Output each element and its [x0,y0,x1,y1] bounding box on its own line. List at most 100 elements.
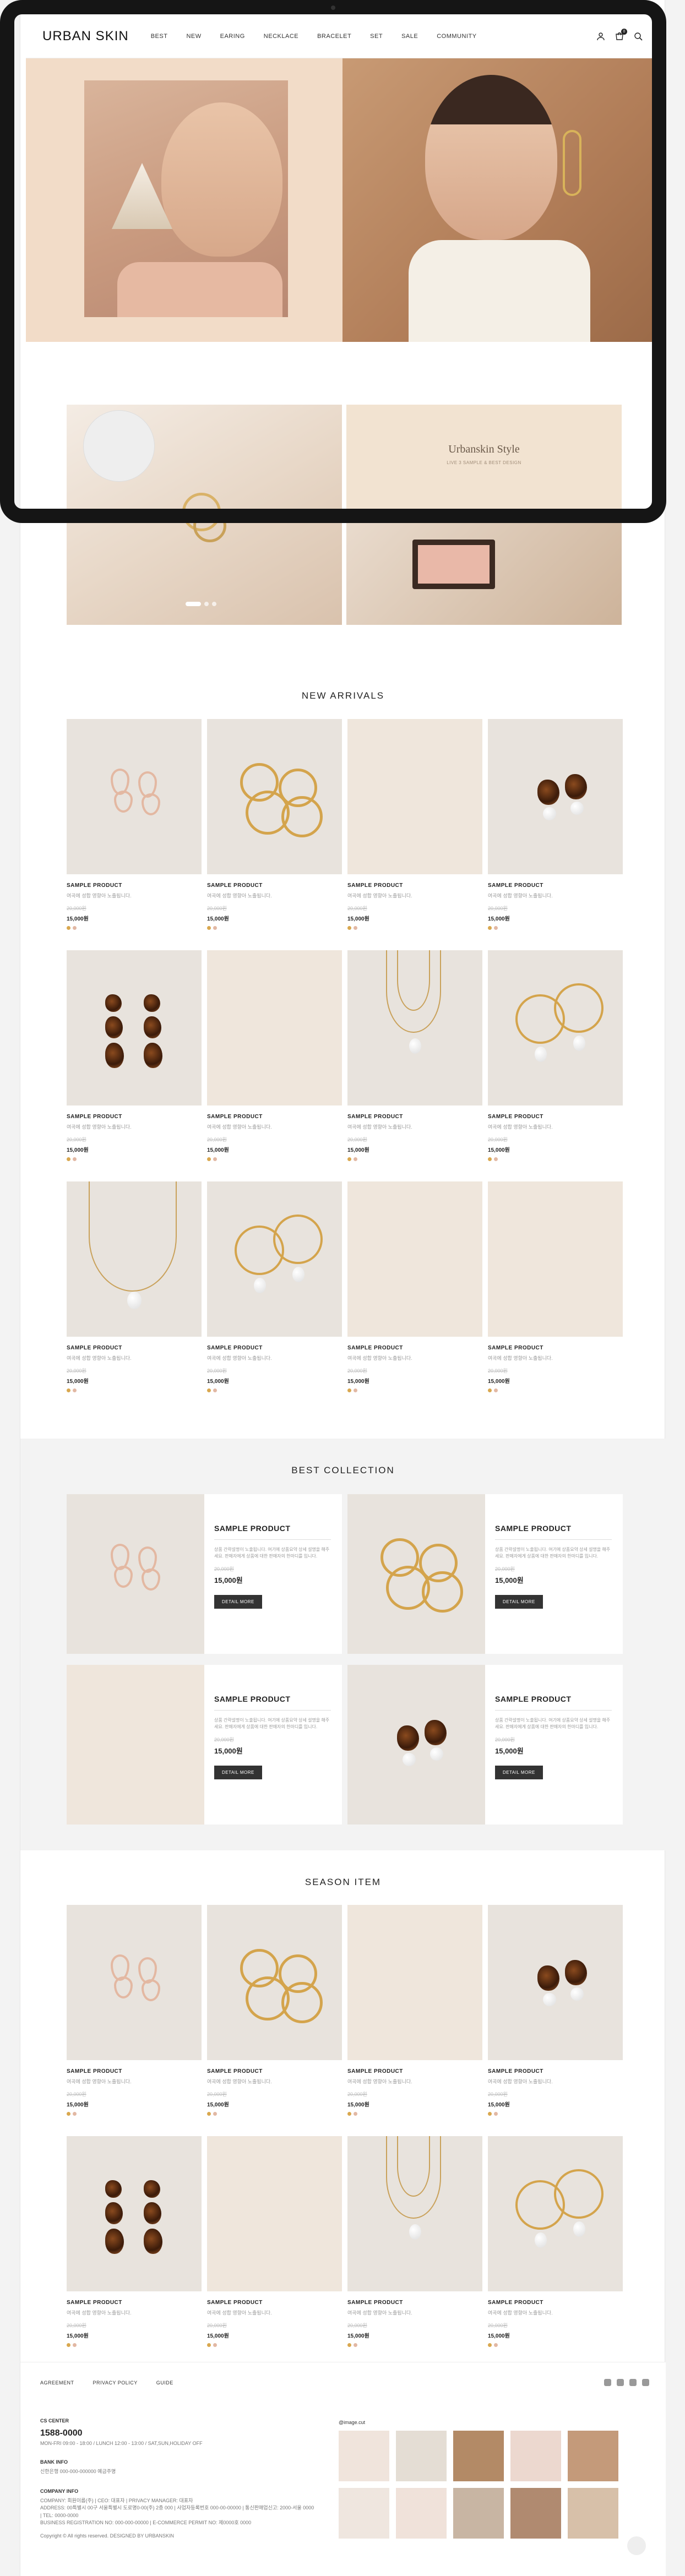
product-name[interactable]: SAMPLE PRODUCT [67,2300,202,2306]
youtube-icon[interactable] [629,2379,637,2386]
color-swatch[interactable] [347,1157,351,1161]
instagram-thumb[interactable] [453,2431,504,2481]
product-name[interactable]: SAMPLE PRODUCT [347,883,482,889]
best-product-name[interactable]: SAMPLE PRODUCT [214,1695,331,1711]
instagram-thumb[interactable] [339,2431,389,2481]
best-product-name[interactable]: SAMPLE PRODUCT [214,1524,331,1540]
nav-item-community[interactable]: COMMUNITY [437,33,476,40]
product-name[interactable]: SAMPLE PRODUCT [67,2068,202,2074]
product-card[interactable]: SAMPLE PRODUCT 여곡에 성합 영향아 노출됩니다. 20,000원 15… [67,1905,202,2136]
instagram-thumb[interactable] [396,2431,447,2481]
instagram-thumb[interactable] [568,2488,618,2539]
best-product-card[interactable]: SAMPLE PRODUCT 상품 간략설명이 노출됩니다. 여기에 상품요약 상… [347,1494,623,1654]
color-swatch[interactable] [67,926,70,930]
promo-banner-right[interactable]: Urbanskin Style LIVE 3 SAMPLE & BEST DES… [346,405,622,625]
instagram-icon[interactable] [617,2379,624,2386]
color-swatch[interactable] [354,1388,357,1392]
product-image[interactable] [488,950,623,1105]
product-card[interactable]: SAMPLE PRODUCT 여곡에 성합 영향아 노출됩니다. 20,000원 15… [67,719,202,950]
product-image[interactable] [67,950,202,1105]
site-logo[interactable]: URBAN SKIN [42,29,129,44]
product-image[interactable] [347,719,482,874]
detail-more-button[interactable]: DETAIL MORE [214,1595,262,1609]
color-swatch[interactable] [488,2112,492,2116]
product-name[interactable]: SAMPLE PRODUCT [67,1345,202,1351]
product-image[interactable] [207,950,342,1105]
color-swatch[interactable] [67,2112,70,2116]
product-name[interactable]: SAMPLE PRODUCT [347,1114,482,1120]
color-swatch[interactable] [73,2112,77,2116]
product-card[interactable]: SAMPLE PRODUCT 여곡에 성합 영향아 노출됩니다. 20,000원 15… [488,719,623,950]
product-card[interactable]: SAMPLE PRODUCT 여곡에 성합 영향아 노출됩니다. 20,000원 15… [67,950,202,1181]
nav-item-new[interactable]: NEW [186,33,201,40]
best-product-card[interactable]: SAMPLE PRODUCT 상품 간략설명이 노출됩니다. 여기에 상품요약 상… [347,1665,623,1825]
best-product-image[interactable] [347,1665,485,1825]
color-swatch[interactable] [354,2112,357,2116]
product-image[interactable] [67,719,202,874]
color-swatch[interactable] [67,2343,70,2347]
instagram-thumb[interactable] [453,2488,504,2539]
product-image[interactable] [488,2136,623,2291]
blog-icon[interactable] [642,2379,649,2386]
product-image[interactable] [67,1181,202,1337]
best-product-image[interactable] [67,1665,204,1825]
color-swatch[interactable] [73,2343,77,2347]
product-name[interactable]: SAMPLE PRODUCT [347,1345,482,1351]
color-swatch[interactable] [347,2112,351,2116]
product-name[interactable]: SAMPLE PRODUCT [207,2300,342,2306]
promo-banner-left[interactable] [67,405,342,625]
color-swatch[interactable] [207,1388,211,1392]
product-image[interactable] [207,719,342,874]
hero-banner[interactable] [26,58,659,342]
product-name[interactable]: SAMPLE PRODUCT [207,1114,342,1120]
product-name[interactable]: SAMPLE PRODUCT [488,1114,623,1120]
product-card[interactable]: SAMPLE PRODUCT 여곡에 성합 영향아 노출됩니다. 20,000원 15… [488,950,623,1181]
product-name[interactable]: SAMPLE PRODUCT [67,1114,202,1120]
color-swatch[interactable] [347,926,351,930]
color-swatch[interactable] [73,1157,77,1161]
instagram-thumb[interactable] [339,2488,389,2539]
color-swatch[interactable] [73,1388,77,1392]
color-swatch[interactable] [488,926,492,930]
cart-icon[interactable]: 0 [615,28,627,41]
product-card[interactable]: SAMPLE PRODUCT 여곡에 성합 영향아 노출됩니다. 20,000원 15… [207,1181,342,1413]
instagram-thumb[interactable] [510,2431,561,2481]
product-name[interactable]: SAMPLE PRODUCT [488,1345,623,1351]
product-image[interactable] [67,2136,202,2291]
color-swatch[interactable] [73,926,77,930]
color-swatch[interactable] [213,1157,217,1161]
product-image[interactable] [207,1905,342,2060]
slider-dot[interactable] [212,602,216,606]
product-image[interactable] [347,1181,482,1337]
slider-dot[interactable] [204,602,209,606]
facebook-icon[interactable] [604,2379,611,2386]
color-swatch[interactable] [354,2343,357,2347]
product-image[interactable] [488,719,623,874]
product-name[interactable]: SAMPLE PRODUCT [207,1345,342,1351]
footer-link-agreement[interactable]: AGREEMENT [40,2380,74,2386]
detail-more-button[interactable]: DETAIL MORE [495,1595,543,1609]
search-icon[interactable] [634,32,643,41]
color-swatch[interactable] [207,2112,211,2116]
best-product-name[interactable]: SAMPLE PRODUCT [495,1695,612,1711]
product-card[interactable]: SAMPLE PRODUCT 여곡에 성합 영향아 노출됩니다. 20,000원 15… [347,719,482,950]
color-swatch[interactable] [494,1388,498,1392]
best-product-name[interactable]: SAMPLE PRODUCT [495,1524,612,1540]
color-swatch[interactable] [488,2343,492,2347]
product-name[interactable]: SAMPLE PRODUCT [207,883,342,889]
best-product-image[interactable] [67,1494,204,1654]
product-image[interactable] [347,1905,482,2060]
color-swatch[interactable] [354,926,357,930]
color-swatch[interactable] [213,1388,217,1392]
product-card[interactable]: SAMPLE PRODUCT 여곡에 성합 영향아 노출됩니다. 20,000원 15… [488,1181,623,1413]
color-swatch[interactable] [213,2343,217,2347]
color-swatch[interactable] [207,926,211,930]
nav-item-bracelet[interactable]: BRACELET [317,33,351,40]
product-card[interactable]: SAMPLE PRODUCT 여곡에 성합 영향아 노출됩니다. 20,000원 15… [67,2136,202,2367]
color-swatch[interactable] [67,1388,70,1392]
product-card[interactable]: SAMPLE PRODUCT 여곡에 성합 영향아 노출됩니다. 20,000원 15… [347,1181,482,1413]
color-swatch[interactable] [494,2343,498,2347]
user-icon[interactable] [596,32,605,41]
color-swatch[interactable] [207,1157,211,1161]
product-image[interactable] [347,2136,482,2291]
